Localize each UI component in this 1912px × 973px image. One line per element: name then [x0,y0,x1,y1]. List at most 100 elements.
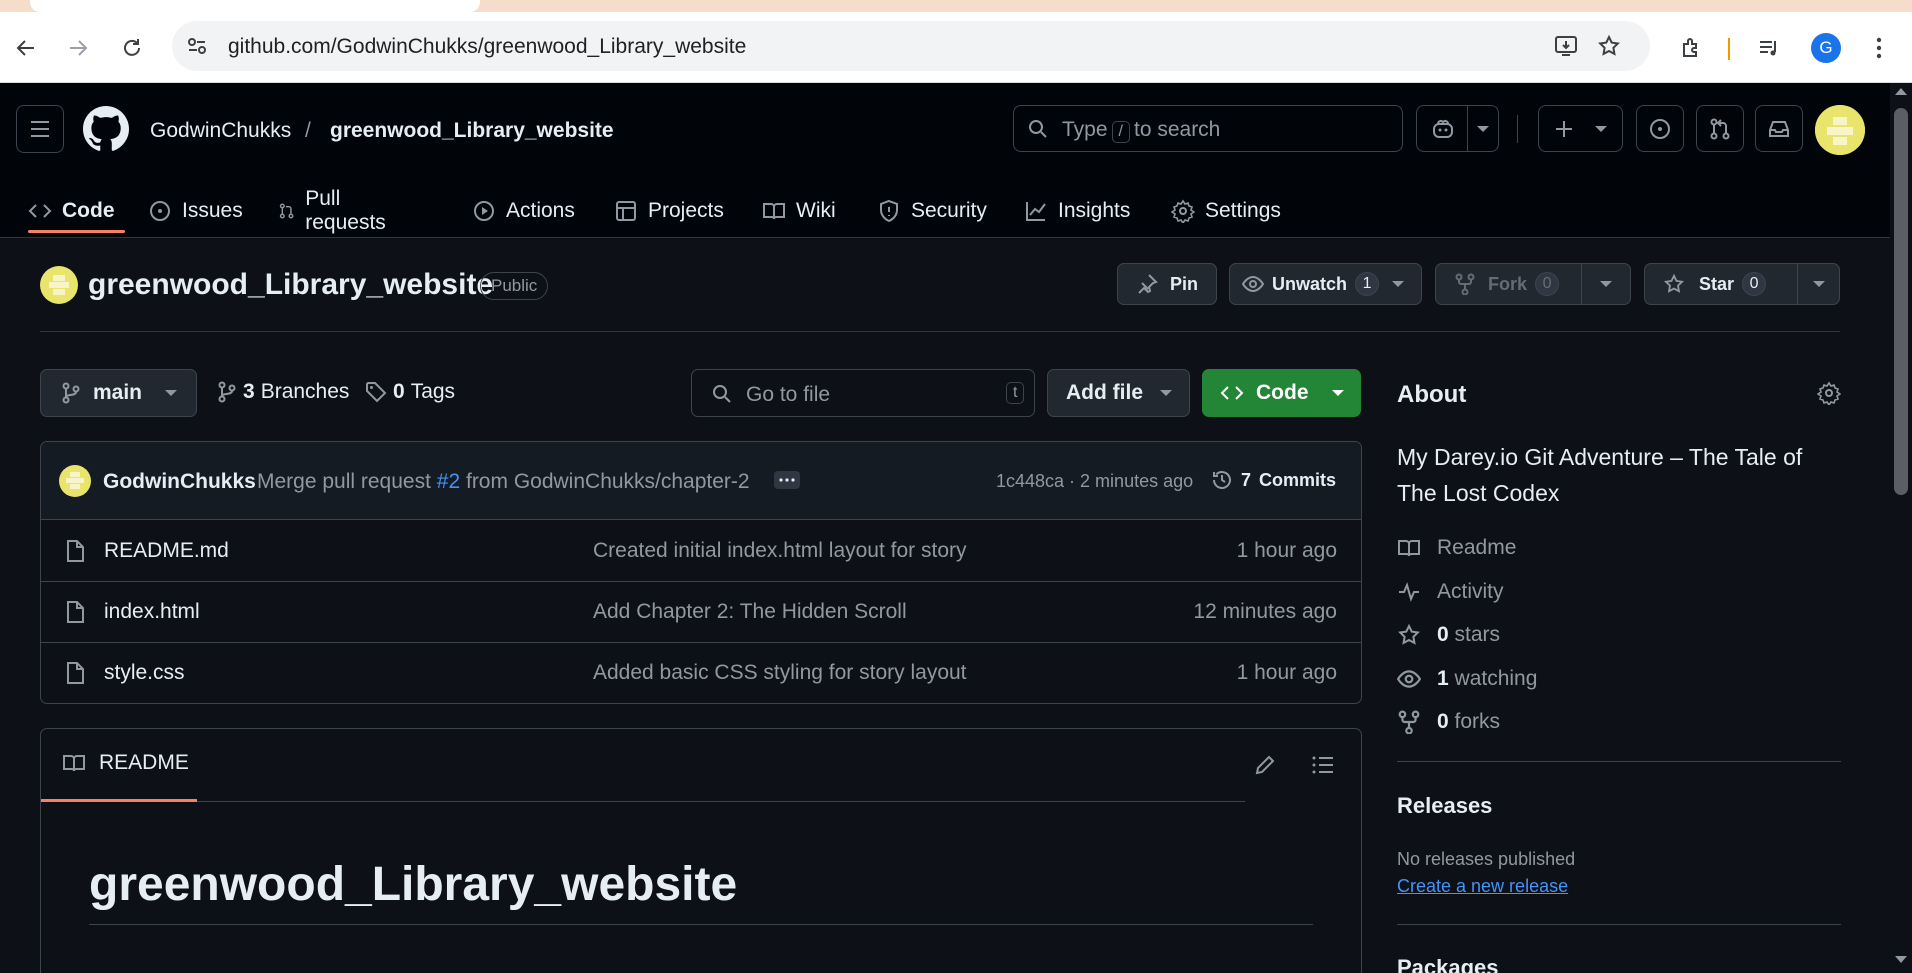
file-commit-message[interactable]: Created initial index.html layout for st… [593,539,967,563]
profile-avatar[interactable]: G [1811,33,1841,63]
star-icon [1663,273,1685,293]
watchers-link[interactable]: 1 watching [1397,667,1537,691]
toolbar-divider [1728,38,1730,60]
pull-requests-shortcut-button[interactable] [1696,105,1744,152]
branch-icon [218,381,236,403]
tags-link[interactable]: 0 Tags [365,380,455,404]
releases-title[interactable]: Releases [1397,793,1492,819]
create-new-button[interactable] [1538,105,1623,152]
pin-button[interactable]: Pin [1117,263,1217,305]
chevron-down-icon [1331,389,1344,396]
packages-title[interactable]: Packages [1397,955,1499,973]
commit-message[interactable]: Merge pull request #2 from GodwinChukks/… [257,470,750,494]
browser-tab[interactable] [30,0,480,12]
breadcrumb-owner[interactable]: GodwinChukks [150,119,291,143]
inbox-button[interactable] [1755,105,1803,152]
search-icon [1029,120,1047,138]
commit-author-avatar[interactable] [59,465,91,497]
readme-tab[interactable]: README [61,751,189,775]
table-row[interactable]: index.html Add Chapter 2: The Hidden Scr… [41,582,1361,643]
stars-link[interactable]: 0 stars [1397,623,1500,647]
readme-link[interactable]: Readme [1397,536,1516,560]
copilot-button[interactable] [1416,105,1499,152]
file-commit-message[interactable]: Added basic CSS styling for story layout [593,661,967,685]
create-release-link[interactable]: Create a new release [1397,876,1568,897]
github-logo-icon[interactable] [83,106,129,152]
extensions-icon[interactable] [1677,34,1705,62]
tab-settings[interactable]: Settings [1171,183,1281,238]
outline-list-icon[interactable] [1311,753,1335,777]
reload-icon[interactable] [118,34,146,62]
fork-button[interactable]: Fork 0 [1435,263,1582,305]
pr-link[interactable]: #2 [437,470,460,493]
star-dropdown-button[interactable] [1797,263,1840,305]
search-icon [713,385,731,403]
unwatch-button[interactable]: Unwatch 1 [1229,263,1422,305]
repo-title[interactable]: greenwood_Library_website [88,268,493,302]
readme-heading-rule [89,924,1313,925]
readme-heading: greenwood_Library_website [89,858,738,911]
forward-icon[interactable] [64,34,92,62]
browser-menu-icon[interactable] [1865,34,1893,62]
user-avatar[interactable] [1815,105,1865,155]
commit-hash-time[interactable]: 1c448ca · 2 minutes ago [996,471,1193,492]
back-icon[interactable] [12,34,40,62]
site-info-icon[interactable] [184,33,210,59]
repo-description: My Darey.io Git Adventure – The Tale of … [1397,444,1803,506]
commit-author[interactable]: GodwinChukks [103,470,256,494]
global-search-input[interactable]: Type / to search [1013,105,1403,152]
hamburger-menu-button[interactable] [16,105,64,153]
code-download-button[interactable]: Code [1202,369,1361,417]
activity-link[interactable]: Activity [1397,580,1504,604]
fork-count: 0 [1535,272,1560,296]
fork-dropdown-button[interactable] [1581,263,1631,305]
file-commit-message[interactable]: Add Chapter 2: The Hidden Scroll [593,600,907,624]
url-text[interactable]: github.com/GodwinChukks/greenwood_Librar… [228,35,746,59]
pulse-icon [1399,582,1419,602]
code-icon [1220,386,1244,400]
star-count: 0 [1742,272,1767,296]
scrollbar-thumb[interactable] [1894,108,1908,495]
scroll-up-arrow[interactable] [1894,86,1908,96]
tab-security[interactable]: Security [877,183,987,238]
pull-request-icon [1710,118,1730,139]
install-app-icon[interactable] [1553,33,1579,59]
issues-shortcut-button[interactable] [1636,105,1684,152]
file-name[interactable]: README.md [104,539,229,563]
bookmark-star-icon[interactable] [1596,33,1622,59]
go-to-file-input[interactable]: Go to file t [691,369,1035,417]
commits-link[interactable]: 7 Commits [1211,469,1336,491]
scroll-down-arrow[interactable] [1894,955,1908,965]
tab-pull-requests[interactable]: Pull requests [278,183,393,238]
star-button[interactable]: Star 0 [1644,263,1798,305]
breadcrumb-repo[interactable]: greenwood_Library_website [330,119,614,143]
file-name[interactable]: style.css [104,661,185,685]
fork-icon [1455,273,1475,295]
table-icon [616,200,636,221]
file-icon [67,601,84,623]
table-row[interactable]: style.css Added basic CSS styling for st… [41,643,1361,703]
expand-commit-button[interactable] [774,471,800,489]
pull-request-icon [279,202,294,219]
owner-avatar[interactable] [40,266,78,304]
edit-readme-icon[interactable] [1253,753,1277,777]
book-icon [1398,540,1420,557]
address-bar[interactable]: github.com/GodwinChukks/greenwood_Librar… [172,21,1650,71]
tab-insights[interactable]: Insights [1024,183,1130,238]
browser-tabstrip [0,0,1912,12]
readme-tab-underline [41,799,197,802]
shortcut-key: t [1006,382,1025,404]
tab-wiki[interactable]: Wiki [762,183,836,238]
tab-issues[interactable]: Issues [148,183,243,238]
forks-link[interactable]: 0 forks [1397,710,1500,734]
gear-icon[interactable] [1817,381,1841,405]
add-file-button[interactable]: Add file [1047,369,1190,417]
about-title: About [1397,381,1467,408]
media-control-icon[interactable] [1755,34,1783,62]
branches-link[interactable]: 3 Branches [217,380,349,404]
file-name[interactable]: index.html [104,600,200,624]
tab-actions[interactable]: Actions [472,183,575,238]
branch-select-button[interactable]: main [40,369,197,417]
tab-projects[interactable]: Projects [614,183,724,238]
table-row[interactable]: README.md Created initial index.html lay… [41,521,1361,582]
